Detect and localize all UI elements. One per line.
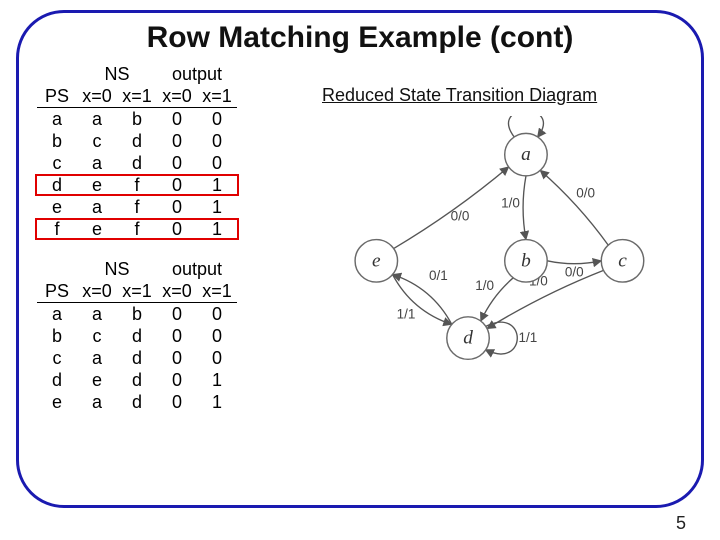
svg-text:e: e [372,250,381,271]
state-table-2: NSoutputPSx=0x=1x=0x=1aab00bcd00cad00ded… [37,258,237,413]
svg-text:0/0: 0/0 [576,185,595,200]
page-number: 5 [676,513,686,534]
svg-text:1/0: 1/0 [475,278,494,293]
state-diagram-svg: 0/01/00/00/01/01/00/00/11/11/1abced [322,116,672,396]
diagram-caption: Reduced State Transition Diagram [322,85,683,106]
content-columns: NSoutputPSx=0x=1x=0x=1aab00bcd00cad00def… [37,63,683,431]
svg-text:0/0: 0/0 [565,264,584,279]
state-table-1: NSoutputPSx=0x=1x=0x=1aab00bcd00cad00def… [37,63,237,240]
state-table-1-wrap: NSoutputPSx=0x=1x=0x=1aab00bcd00cad00def… [37,63,317,240]
state-table-2-wrap: NSoutputPSx=0x=1x=0x=1aab00bcd00cad00ded… [37,258,317,413]
svg-text:b: b [521,250,531,271]
state-diagram: 0/01/00/00/01/01/00/00/11/11/1abced [322,116,672,396]
svg-text:1/1: 1/1 [397,307,416,322]
svg-text:1/0: 1/0 [501,196,520,211]
svg-text:0/1: 0/1 [429,268,448,283]
left-column: NSoutputPSx=0x=1x=0x=1aab00bcd00cad00def… [37,63,317,431]
svg-text:c: c [618,250,627,271]
svg-text:0/0: 0/0 [451,208,470,223]
svg-text:1/1: 1/1 [519,330,538,345]
page-title: Row Matching Example (cont) [37,21,683,55]
svg-text:a: a [521,144,531,165]
slide-frame: Row Matching Example (cont) NSoutputPSx=… [16,10,704,508]
right-column: Reduced State Transition Diagram 0/0 1/0 0… [317,63,683,396]
svg-text:d: d [463,328,473,349]
